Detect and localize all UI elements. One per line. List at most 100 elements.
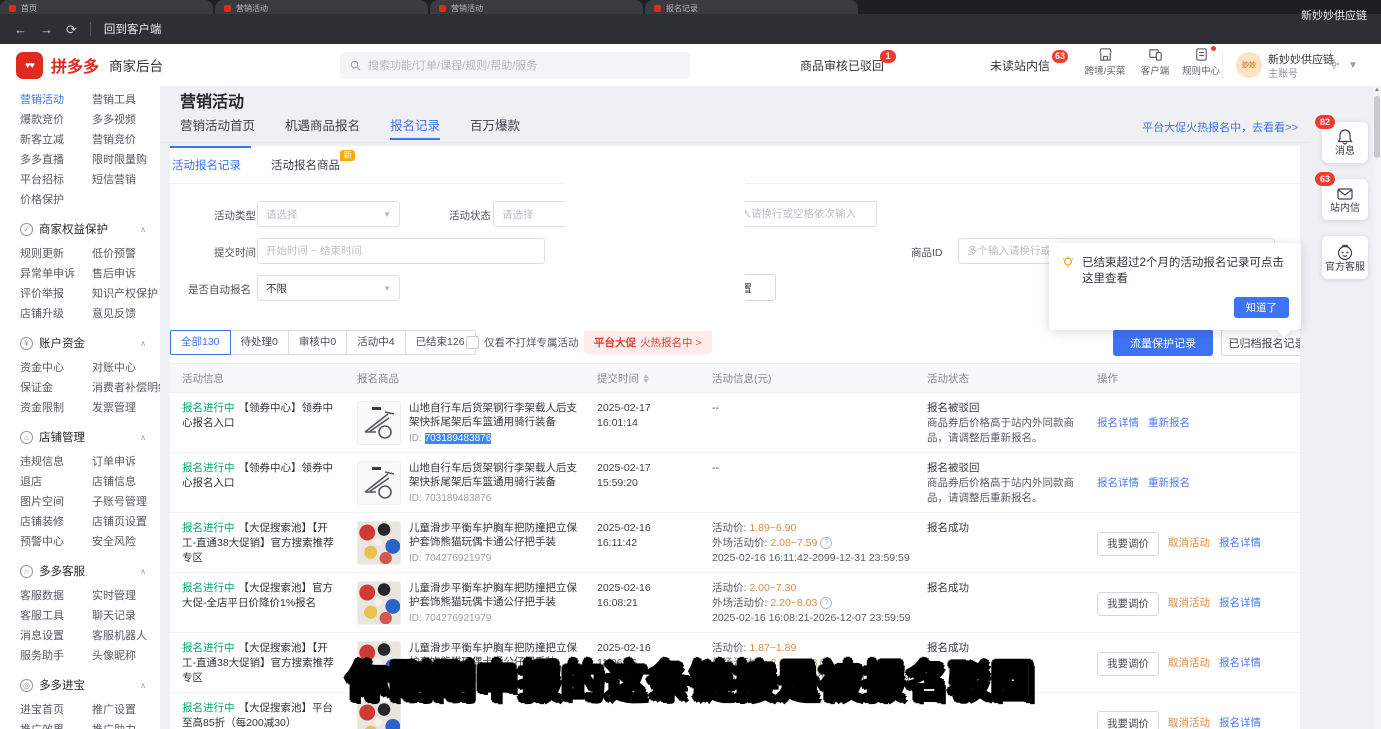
rules-center-button[interactable]: 规则中心 [1178,47,1224,77]
product-title[interactable]: 山地自行车后货架钢行李架载人后支架快拆尾架后车篮通用骑行装备 [409,401,577,429]
sidebar-item[interactable]: 进宝首页 [20,704,88,716]
adjust-price-button[interactable]: 我要调价 [1097,652,1159,676]
tab-signup-records[interactable]: 报名记录 [390,113,440,139]
promo-hot-badge[interactable]: 平台大促火热报名中 > [584,331,712,354]
sidebar-item[interactable]: 推广助力 [92,724,160,729]
sidebar-item[interactable]: 异常单申诉 [20,268,88,280]
crossborder-grocery-button[interactable]: 跨境/买菜 [1082,47,1128,77]
adjust-price-button[interactable]: 我要调价 [1097,532,1159,556]
sidebar-item[interactable]: 限时限量购 [92,154,160,166]
chevron-down-icon[interactable]: ▼ [1348,60,1358,71]
forward-icon[interactable]: → [40,23,53,36]
sidebar-item[interactable]: 意见反馈 [92,308,160,320]
chip-active[interactable]: 活动中4 [346,330,405,355]
chip-all[interactable]: 全部130 [170,330,231,355]
back-icon[interactable]: ← [14,23,27,36]
sidebar-item[interactable]: 客服工具 [20,610,88,622]
address-text[interactable]: 回到客户端 [104,21,162,37]
help-icon[interactable]: ? [820,597,832,609]
signup-detail-link[interactable]: 报名详情 [1219,716,1261,729]
sidebar-item[interactable]: 客服机器人 [92,630,160,642]
browser-profile[interactable]: 新妙妙供应链 [1301,0,1367,30]
sidebar-item[interactable]: 评价举报 [20,288,88,300]
sidebar-group-duoduo-service[interactable]: ∩多多客服∧ [20,563,160,579]
sidebar-item[interactable]: 店铺信息 [92,476,160,488]
chip-ended[interactable]: 已结束126 [405,330,476,355]
cancel-activity-link[interactable]: 取消活动 [1168,536,1210,551]
tab-million-hits[interactable]: 百万爆款 [470,113,520,139]
sidebar-item[interactable]: 图片空间 [20,496,88,508]
product-thumbnail[interactable] [357,521,401,565]
sidebar-item[interactable]: 规则更新 [20,248,88,260]
adjust-price-button[interactable]: 我要调价 [1097,592,1159,616]
sidebar-item[interactable]: 营销工具 [92,94,160,106]
product-id-number-selected[interactable]: 703189483876 [425,433,492,444]
sidebar-group-merchant-rights[interactable]: ✓商家权益保护∧ [20,221,160,237]
sidebar-item[interactable]: 短信营销 [92,174,160,186]
sidebar-group-shop-management[interactable]: ⌂店铺管理∧ [20,429,160,445]
sidebar-item[interactable]: 预警中心 [20,536,88,548]
sidebar-item[interactable]: 对账中心 [92,362,160,374]
flow-protection-button[interactable]: 流量保护记录 [1113,329,1213,356]
sidebar-item[interactable]: 聊天记录 [92,610,160,622]
submit-time-range-input[interactable] [257,238,545,264]
sidebar-item[interactable]: 爆款竞价 [20,114,88,126]
sidebar-item[interactable]: 退店 [20,476,88,488]
browser-tab[interactable]: 营销活动 [430,0,643,14]
subtab-activity-goods[interactable]: 活动报名商品新 [271,146,340,183]
settings-icon[interactable] [1328,58,1340,73]
sidebar-item[interactable]: 安全风险 [92,536,160,548]
cancel-activity-link[interactable]: 取消活动 [1168,656,1210,671]
inbox-widget[interactable]: 63 站内信 [1322,179,1368,220]
promo-campaign-link[interactable]: 平台大促火热报名中，去看看>> [1142,119,1298,135]
sidebar-item[interactable]: 消费者补偿明细 [92,382,160,394]
auto-signup-select[interactable]: 不限▼ [257,275,400,301]
product-title[interactable]: 儿童滑步平衡车护胸车把防撞把立保护套饰熊猫玩偶卡通公仔把手装 [409,521,577,549]
sidebar-item[interactable]: 订单申诉 [92,456,160,468]
client-app-button[interactable]: 客户端 [1132,47,1178,77]
product-thumbnail[interactable] [357,581,401,625]
sidebar-item[interactable]: 店铺升级 [20,308,88,320]
re-signup-link[interactable]: 重新报名 [1148,476,1190,491]
sidebar-item[interactable]: 资金中心 [20,362,88,374]
activity-type-select[interactable]: 请选择▼ [257,201,400,227]
pinduoduo-logo-icon[interactable]: ♥♥ [16,52,43,79]
sidebar-item[interactable]: 服务助手 [20,650,88,662]
sidebar-item[interactable]: 推广效果 [20,724,88,729]
messages-widget[interactable]: 82 消息 [1322,122,1368,163]
cancel-activity-link[interactable]: 取消活动 [1168,716,1210,729]
sidebar-item[interactable]: 客服数据 [20,590,88,602]
scroll-up-arrow[interactable]: ▲ [1373,87,1381,93]
product-thumbnail[interactable] [357,461,401,505]
chip-reviewing[interactable]: 审核中0 [288,330,347,355]
official-support-widget[interactable]: 官方客服 [1322,236,1368,279]
review-rejected-link[interactable]: 商品审核已驳回1 [800,57,884,74]
product-thumbnail[interactable] [357,401,401,445]
signup-detail-link[interactable]: 报名详情 [1097,416,1139,431]
help-icon[interactable]: ? [820,537,832,549]
sidebar-item[interactable]: 违规信息 [20,456,88,468]
scrollbar-thumb[interactable] [1374,96,1380,158]
cancel-activity-link[interactable]: 取消活动 [1168,596,1210,611]
browser-tab[interactable]: 营销活动 [215,0,428,14]
only-special-checkbox[interactable]: 仅看不打烊专属活动 [466,335,579,350]
sidebar-item[interactable]: 发票管理 [92,402,160,414]
sidebar-item[interactable]: 营销竞价 [92,134,160,146]
sidebar-item-marketing-activity[interactable]: 营销活动 [20,94,88,106]
subtab-activity-records[interactable]: 活动报名记录 [172,146,241,183]
product-title[interactable]: 山地自行车后货架钢行李架载人后支架快拆尾架后车篮通用骑行装备 [409,461,577,489]
scrollbar[interactable]: ▲ [1373,86,1381,729]
signup-detail-link[interactable]: 报名详情 [1219,656,1261,671]
sidebar-item[interactable]: 保证金 [20,382,88,394]
sidebar-item[interactable]: 多多视频 [92,114,160,126]
browser-tab[interactable]: 首页 [0,0,213,14]
sidebar-item[interactable]: 知识产权保护 [92,288,160,300]
product-title[interactable]: 儿童滑步平衡车护胸车把防撞把立保护套饰熊猫玩偶卡通公仔把手装 [409,581,577,609]
sidebar-item[interactable]: 新客立减 [20,134,88,146]
col-submit-time[interactable]: 提交时间 [585,371,700,386]
refresh-icon[interactable]: ⟳ [66,23,77,36]
sidebar-item[interactable]: 实时管理 [92,590,160,602]
sidebar-item[interactable]: 售后申诉 [92,268,160,280]
signup-detail-link[interactable]: 报名详情 [1219,596,1261,611]
tab-marketing-home[interactable]: 营销活动首页 [180,113,255,139]
